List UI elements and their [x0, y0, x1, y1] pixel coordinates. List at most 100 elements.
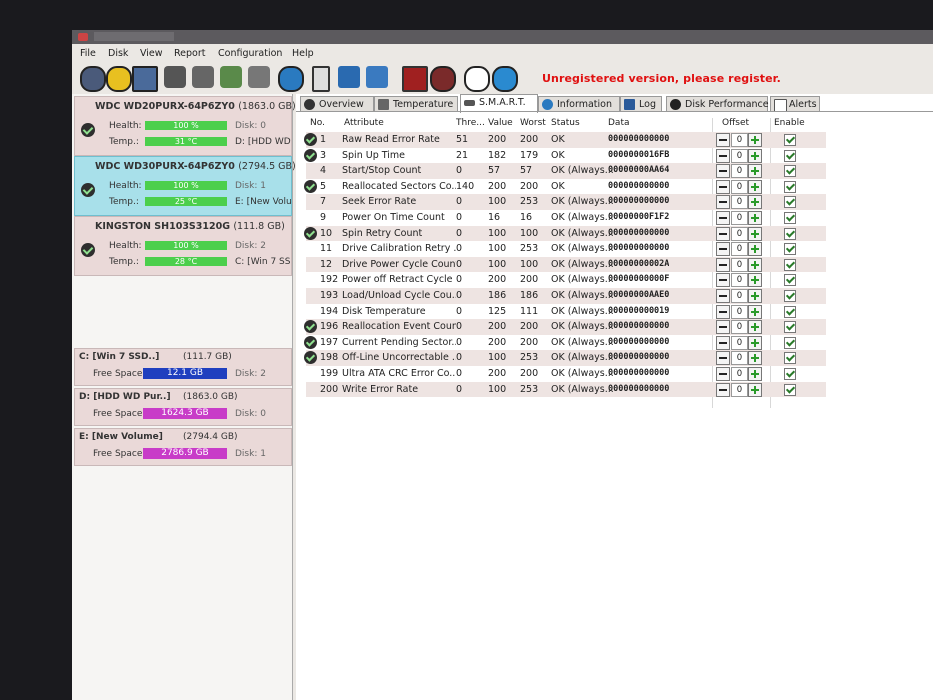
offset-value[interactable]: 0 — [731, 382, 748, 397]
offset-stepper[interactable]: 0 — [716, 304, 762, 319]
offset-value[interactable]: 0 — [731, 148, 748, 163]
disk-item-2[interactable]: KINGSTON SH103S3120G (111.8 GB) Health: … — [74, 216, 292, 276]
offset-stepper[interactable]: 0 — [716, 164, 762, 179]
disk-tool-4-icon[interactable] — [248, 66, 270, 88]
offset-value[interactable]: 0 — [731, 133, 748, 147]
col-header-offset[interactable]: Offset — [722, 118, 749, 130]
offset-stepper[interactable]: 0 — [716, 179, 762, 194]
plus-icon[interactable] — [748, 367, 762, 381]
enable-checkbox[interactable] — [784, 243, 796, 256]
offset-value[interactable]: 0 — [731, 195, 748, 210]
help-icon[interactable] — [464, 66, 490, 92]
minus-icon[interactable] — [716, 257, 730, 272]
table-row[interactable]: 1 Raw Read Error Rate 51 200 200 OK 0000000000… — [304, 132, 826, 148]
monitor-icon[interactable] — [402, 66, 428, 92]
plus-icon[interactable] — [748, 289, 762, 303]
col-header-value[interactable]: Value — [488, 118, 513, 130]
minus-icon[interactable] — [716, 367, 730, 381]
table-row[interactable]: 198 Off-Line Uncorrectable ... 0 100 253 OK (… — [304, 350, 826, 366]
minus-icon[interactable] — [716, 335, 730, 350]
offset-value[interactable]: 0 — [731, 335, 748, 350]
plus-icon[interactable] — [748, 195, 762, 210]
table-row[interactable]: 192 Power off Retract Cycle ... 0 200 200 OK … — [306, 272, 826, 288]
enable-checkbox[interactable] — [784, 180, 796, 193]
offset-value[interactable]: 0 — [731, 226, 748, 241]
disk-tool-2-icon[interactable] — [192, 66, 214, 88]
col-header-enable[interactable]: Enable — [774, 118, 805, 130]
enable-checkbox[interactable] — [784, 149, 796, 162]
disk-item-1[interactable]: WDC WD30PURX-64P6ZY0 (2794.5 GB) Health:… — [74, 156, 296, 216]
offset-value[interactable]: 0 — [731, 367, 748, 381]
plus-icon[interactable] — [748, 211, 762, 225]
refresh-icon[interactable] — [80, 66, 106, 92]
minus-icon[interactable] — [716, 148, 730, 163]
col-header-threshold[interactable]: Thre... — [456, 118, 485, 130]
offset-value[interactable]: 0 — [731, 304, 748, 319]
minus-icon[interactable] — [716, 242, 730, 257]
offset-stepper[interactable]: 0 — [716, 195, 762, 210]
col-header-status[interactable]: Status — [551, 118, 580, 130]
minus-icon[interactable] — [716, 351, 730, 366]
menu-view[interactable]: View — [140, 48, 163, 59]
plus-icon[interactable] — [748, 335, 762, 350]
enable-checkbox[interactable] — [784, 321, 796, 334]
plus-icon[interactable] — [748, 164, 762, 179]
table-row[interactable]: 11 Drive Calibration Retry ... 0 100 253 OK (… — [306, 241, 826, 257]
table-row[interactable]: 12 Drive Power Cycle Count 0 100 100 OK (Alwa… — [306, 256, 826, 273]
tab-log[interactable]: Log — [620, 96, 662, 112]
screen-icon[interactable] — [132, 66, 158, 92]
disk-item-0[interactable]: WDC WD20PURX-64P6ZY0 (1863.0 GB) Health:… — [74, 96, 296, 156]
minus-icon[interactable] — [716, 179, 730, 194]
plus-icon[interactable] — [748, 304, 762, 319]
volume-item-e[interactable]: E: [New Volume] (2794.4 GB) Free Space 2… — [74, 428, 292, 466]
minus-icon[interactable] — [716, 320, 730, 335]
offset-stepper[interactable]: 0 — [716, 367, 762, 381]
offset-stepper[interactable]: 0 — [716, 242, 762, 257]
offset-stepper[interactable]: 0 — [716, 335, 762, 350]
plus-icon[interactable] — [748, 148, 762, 163]
minus-icon[interactable] — [716, 273, 730, 288]
enable-checkbox[interactable] — [784, 383, 796, 396]
offset-value[interactable]: 0 — [731, 179, 748, 194]
enable-checkbox[interactable] — [784, 336, 796, 349]
table-row[interactable]: 4 Start/Stop Count 0 57 57 OK (Always... 00000… — [306, 163, 826, 179]
tab-temperature[interactable]: Temperature — [374, 96, 458, 112]
menu-configuration[interactable]: Configuration — [218, 48, 282, 59]
world-icon[interactable] — [366, 66, 388, 88]
plus-icon[interactable] — [748, 351, 762, 366]
menu-report[interactable]: Report — [174, 48, 206, 59]
offset-value[interactable]: 0 — [731, 164, 748, 179]
disk-tool-3-icon[interactable] — [220, 66, 242, 88]
sync-icon[interactable] — [338, 66, 360, 88]
menu-disk[interactable]: Disk — [108, 48, 128, 59]
enable-checkbox[interactable] — [784, 227, 796, 240]
tab-alerts[interactable]: Alerts — [770, 96, 820, 112]
table-row[interactable]: 7 Seek Error Rate 0 100 253 OK (Always... 0000… — [306, 194, 826, 210]
offset-value[interactable]: 0 — [731, 242, 748, 257]
plus-icon[interactable] — [748, 133, 762, 147]
plus-icon[interactable] — [748, 242, 762, 257]
offset-stepper[interactable]: 0 — [716, 226, 762, 241]
enable-checkbox[interactable] — [784, 134, 796, 146]
table-row[interactable]: 200 Write Error Rate 0 100 253 OK (Always... 0… — [306, 381, 826, 398]
offset-stepper[interactable]: 0 — [716, 320, 762, 335]
minus-icon[interactable] — [716, 133, 730, 147]
offset-value[interactable]: 0 — [731, 211, 748, 225]
col-header-worst[interactable]: Worst — [520, 118, 546, 130]
minus-icon[interactable] — [716, 289, 730, 303]
enable-checkbox[interactable] — [784, 258, 796, 271]
plus-icon[interactable] — [748, 273, 762, 288]
table-row[interactable]: 10 Spin Retry Count 0 100 100 OK (Always... 00… — [304, 225, 826, 242]
plus-icon[interactable] — [748, 382, 762, 397]
offset-stepper[interactable]: 0 — [716, 382, 762, 397]
table-row[interactable]: 5 Reallocated Sectors Co... 140 200 200 OK 000… — [304, 179, 826, 195]
table-row[interactable]: 9 Power On Time Count 0 16 16 OK (Always... 00… — [306, 210, 826, 226]
table-row[interactable]: 3 Spin Up Time 21 182 179 OK 0000000016FB 0 — [304, 148, 826, 164]
document-icon[interactable] — [312, 66, 330, 92]
volume-item-c[interactable]: C: [Win 7 SSD..] (111.7 GB) Free Space 1… — [74, 348, 292, 386]
enable-checkbox[interactable] — [784, 212, 796, 224]
plus-icon[interactable] — [748, 179, 762, 194]
volume-item-d[interactable]: D: [HDD WD Pur..] (1863.0 GB) Free Space… — [74, 388, 292, 426]
table-row[interactable]: 193 Load/Unload Cycle Cou... 0 186 186 OK (Al… — [306, 288, 826, 304]
globe-icon[interactable] — [278, 66, 304, 92]
